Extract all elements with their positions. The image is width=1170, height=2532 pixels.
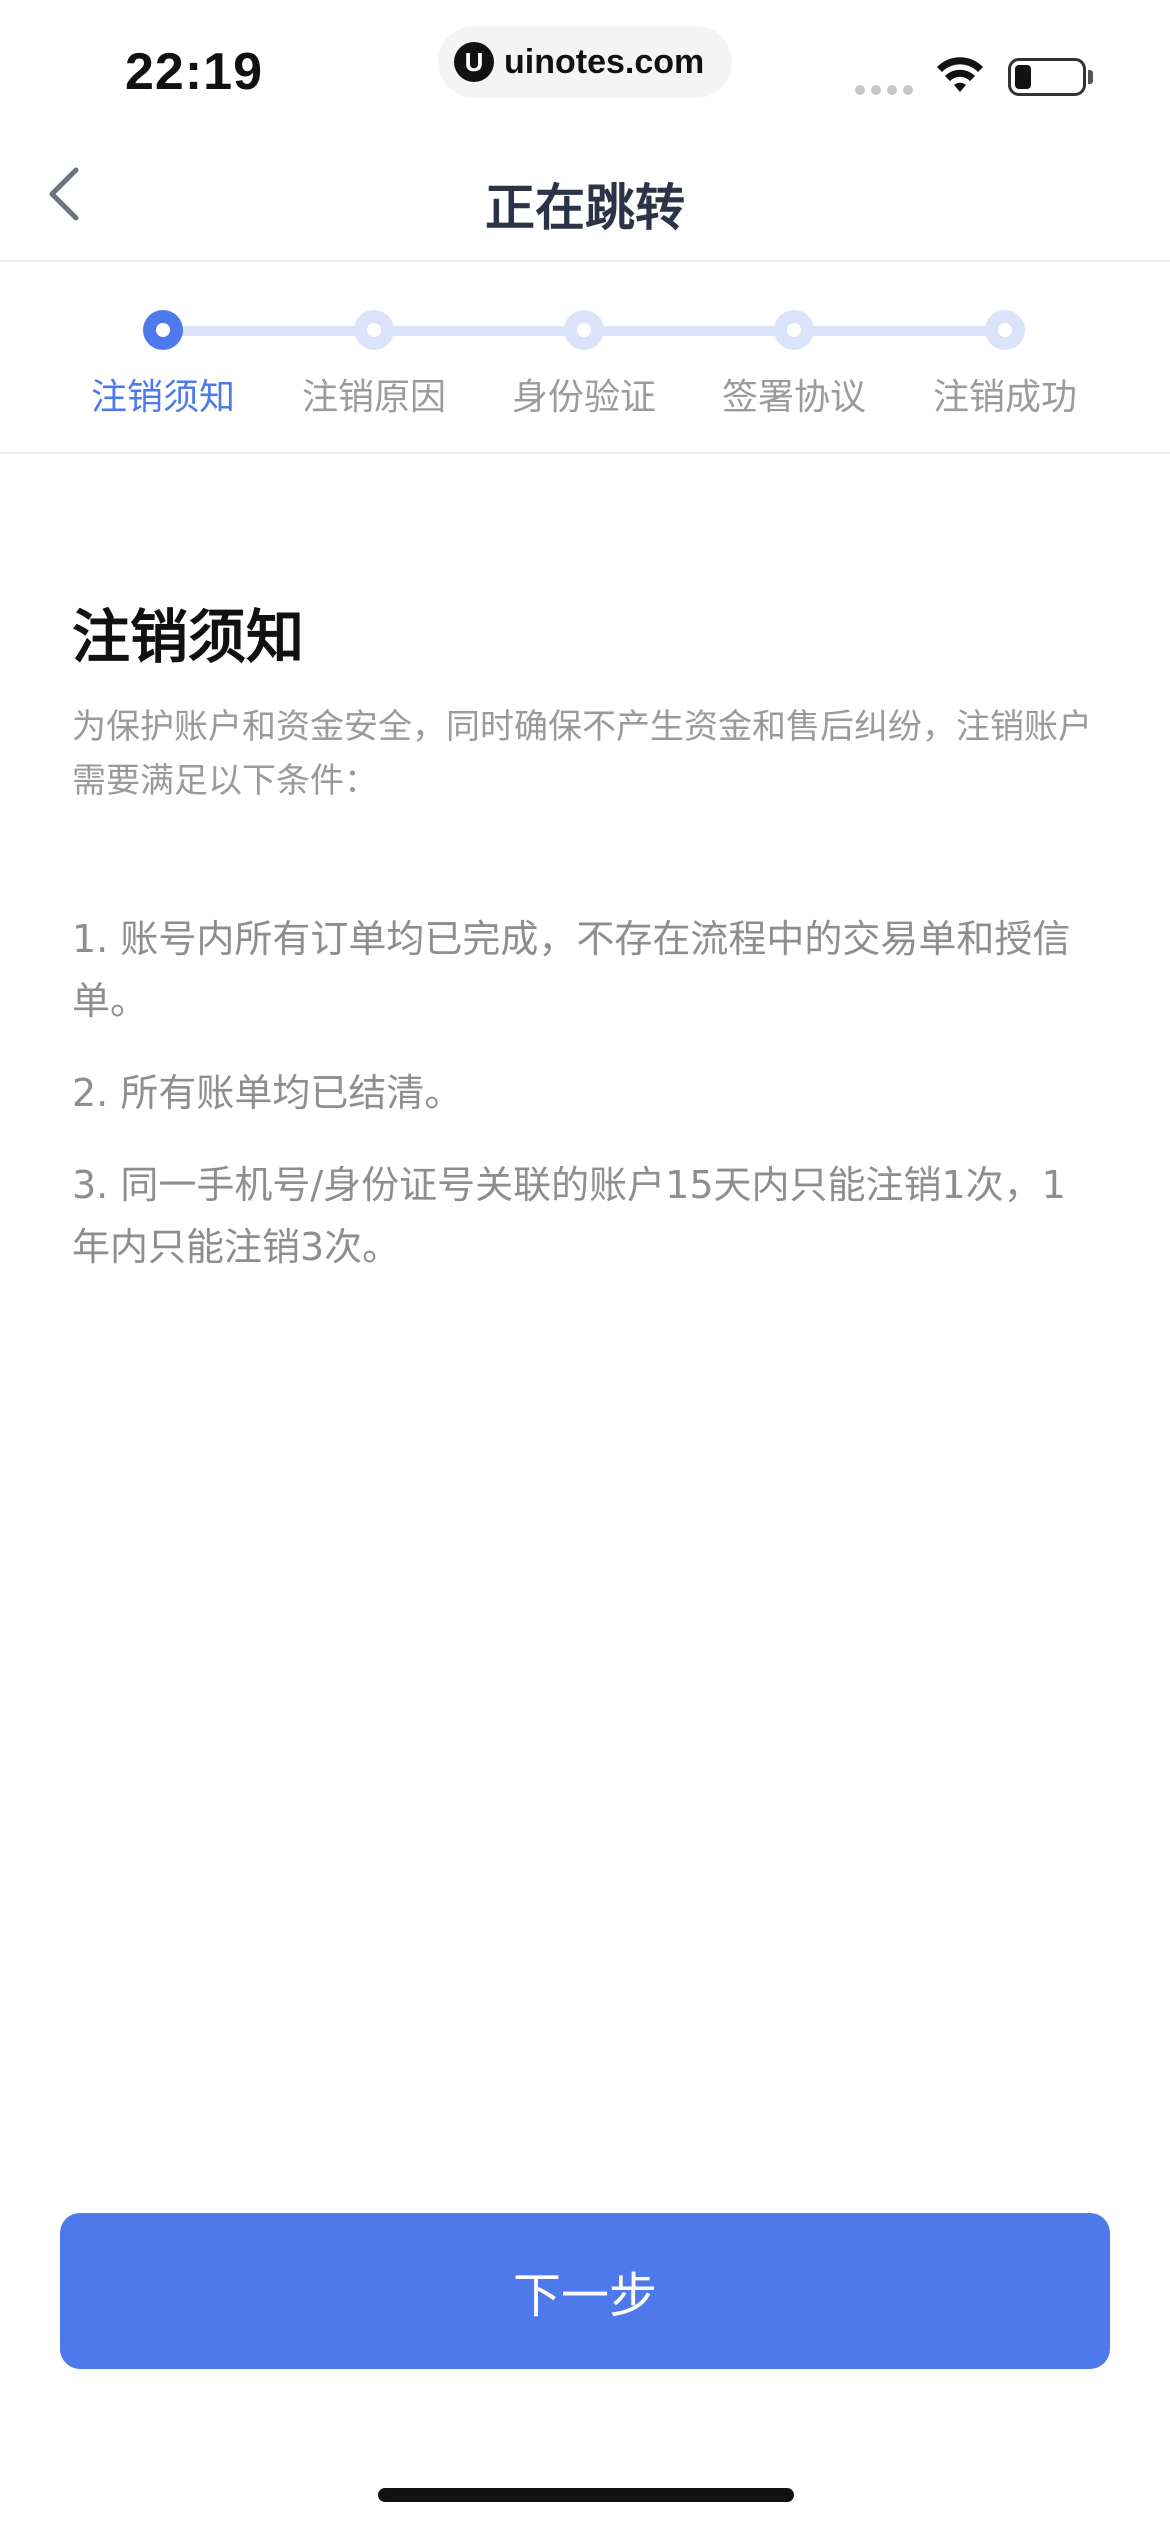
step-label: 注销成功 [932,377,1077,418]
condition-item: 3. 同一手机号/身份证号关联的账户15天内只能注销1次，1年内只能注销3次。 [72,1163,1066,1269]
step-agreement: 签署协议 [684,310,904,420]
site-logo-icon: U [454,42,494,82]
nav-bar: 正在跳转 [0,130,1170,262]
progress-stepper: 注销须知 注销原因 身份验证 签署协议 注销成功 [0,262,1170,454]
url-pill[interactable]: U uinotes.com [438,26,732,98]
signal-icon [855,85,913,95]
status-bar: 22:19 U uinotes.com [0,0,1170,130]
step-dot [354,310,394,350]
step-label: 注销原因 [301,377,446,418]
url-text: uinotes.com [504,42,705,81]
battery-cap [1088,70,1093,84]
notice-intro: 为保护账户和资金安全，同时确保不产生资金和售后纠纷，注销账户需要满足以下条件： [72,707,1092,801]
step-identity: 身份验证 [474,310,694,420]
step-dot [985,310,1025,350]
step-label: 注销须知 [90,377,235,418]
step-reason: 注销原因 [264,310,484,420]
page-title: 正在跳转 [485,179,685,237]
home-indicator[interactable] [378,2488,794,2502]
step-success: 注销成功 [895,310,1115,420]
notice-title: 注销须知 [72,603,305,671]
next-step-button[interactable]: 下一步 [60,2213,1110,2369]
step-dot [143,310,183,350]
notice-section: 注销须知 为保护账户和资金安全，同时确保不产生资金和售后纠纷，注销账户需要满足以… [72,590,1098,1308]
condition-list: 1. 账号内所有订单均已完成，不存在流程中的交易单和授信单。 2. 所有账单均已… [72,908,1098,1278]
step-label: 身份验证 [511,377,656,418]
step-dot [564,310,604,350]
step-notice: 注销须知 [53,310,273,420]
status-time: 22:19 [125,43,263,101]
wifi-icon [937,57,983,92]
step-dot [774,310,814,350]
step-label: 签署协议 [721,377,866,418]
condition-item: 2. 所有账单均已结清。 [72,1071,463,1115]
battery-icon [1008,58,1086,96]
condition-item: 1. 账号内所有订单均已完成，不存在流程中的交易单和授信单。 [72,917,1071,1023]
